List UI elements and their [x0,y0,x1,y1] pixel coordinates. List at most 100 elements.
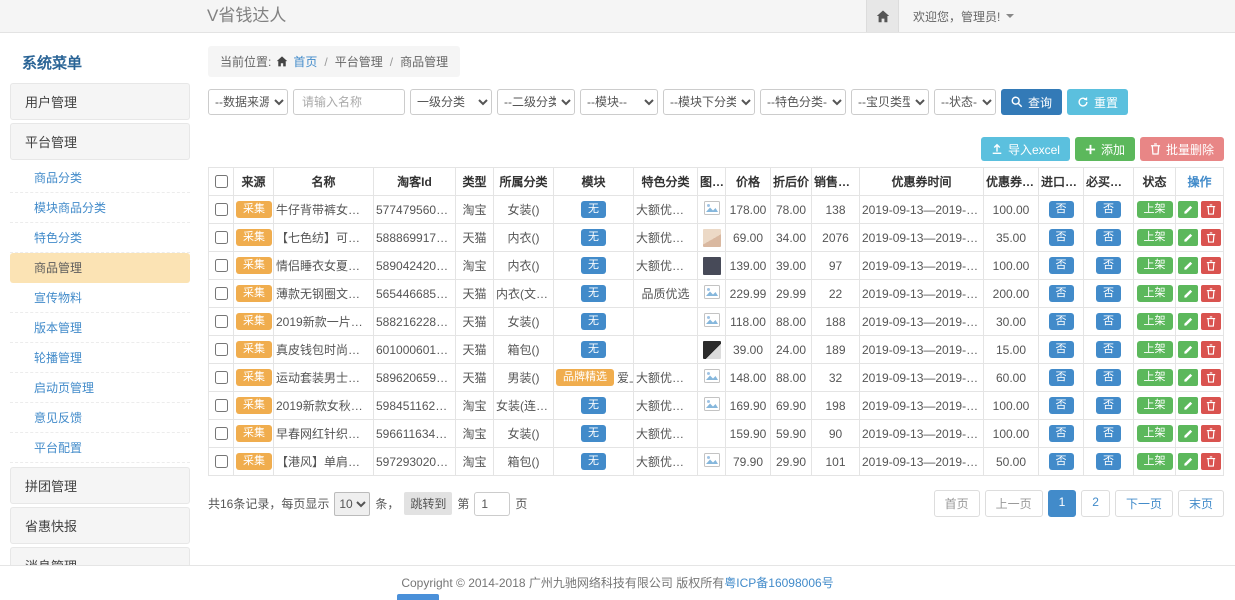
user-menu[interactable]: 欢迎您，管理员! [899,0,1028,32]
delete-button[interactable] [1201,341,1221,358]
home-nav-button[interactable] [866,0,899,32]
must-buy-toggle[interactable]: 否 [1096,201,1121,218]
edit-button[interactable] [1178,257,1198,274]
delete-button[interactable] [1201,453,1221,470]
reset-button[interactable]: 重置 [1067,89,1128,115]
status-badge[interactable]: 上架 [1137,257,1173,274]
sidebar-item-模块商品分类[interactable]: 模块商品分类 [10,193,190,223]
module-filter[interactable]: --模块-- [580,89,658,115]
must-buy-toggle[interactable]: 否 [1096,341,1121,358]
must-buy-toggle[interactable]: 否 [1096,369,1121,386]
row-checkbox[interactable] [215,343,228,356]
import-select-toggle[interactable]: 否 [1049,369,1074,386]
edit-button[interactable] [1178,341,1198,358]
status-filter[interactable]: --状态-- [934,89,996,115]
search-button[interactable]: 查询 [1001,89,1062,115]
import-select-toggle[interactable]: 否 [1049,229,1074,246]
import-select-toggle[interactable]: 否 [1049,397,1074,414]
row-checkbox[interactable] [215,371,228,384]
edit-button[interactable] [1178,397,1198,414]
breadcrumb-home-link[interactable]: 首页 [293,53,317,70]
name-search-input[interactable] [293,89,405,115]
row-checkbox[interactable] [215,455,228,468]
import-select-toggle[interactable]: 否 [1049,453,1074,470]
status-badge[interactable]: 上架 [1137,313,1173,330]
edit-button[interactable] [1178,369,1198,386]
must-buy-toggle[interactable]: 否 [1096,313,1121,330]
item-type-filter[interactable]: --宝贝类型-- [851,89,929,115]
delete-button[interactable] [1201,285,1221,302]
delete-button[interactable] [1201,201,1221,218]
row-checkbox[interactable] [215,399,228,412]
per-page-select[interactable]: 10 [334,492,370,516]
edit-button[interactable] [1178,453,1198,470]
data-source-filter[interactable]: --数据来源-- [208,89,288,115]
row-checkbox[interactable] [215,203,228,216]
delete-button[interactable] [1201,313,1221,330]
import-select-toggle[interactable]: 否 [1049,425,1074,442]
status-badge[interactable]: 上架 [1137,201,1173,218]
sidebar-item-版本管理[interactable]: 版本管理 [10,313,190,343]
sidebar-item-平台配置[interactable]: 平台配置 [10,433,190,463]
level1-category-filter[interactable]: 一级分类 [410,89,492,115]
breadcrumb-crumb[interactable]: 平台管理 [335,53,383,70]
sidebar-group-2[interactable]: 平台管理 [10,123,190,160]
status-badge[interactable]: 上架 [1137,285,1173,302]
select-all-checkbox[interactable] [215,175,228,188]
import-select-toggle[interactable]: 否 [1049,285,1074,302]
edit-button[interactable] [1178,425,1198,442]
breadcrumb-crumb[interactable]: 商品管理 [400,53,448,70]
edit-button[interactable] [1178,285,1198,302]
import-select-toggle[interactable]: 否 [1049,313,1074,330]
row-checkbox[interactable] [215,427,228,440]
sidebar-group-5[interactable]: 消息管理 [10,547,190,565]
delete-button[interactable] [1201,369,1221,386]
import-excel-button[interactable]: 导入excel [981,137,1070,161]
must-buy-toggle[interactable]: 否 [1096,397,1121,414]
import-select-toggle[interactable]: 否 [1049,341,1074,358]
sidebar-group-4[interactable]: 省惠快报 [10,507,190,544]
row-checkbox[interactable] [215,231,228,244]
pager-button-1[interactable]: 1 [1048,490,1077,517]
edit-button[interactable] [1178,201,1198,218]
delete-button[interactable] [1201,425,1221,442]
pager-button-末页[interactable]: 末页 [1178,490,1224,517]
module-subcategory-filter[interactable]: --模块下分类-- [663,89,755,115]
status-badge[interactable]: 上架 [1137,453,1173,470]
sidebar-item-商品管理[interactable]: 商品管理 [10,253,190,283]
status-badge[interactable]: 上架 [1137,341,1173,358]
import-select-toggle[interactable]: 否 [1049,257,1074,274]
row-checkbox[interactable] [215,315,228,328]
status-badge[interactable]: 上架 [1137,369,1173,386]
row-checkbox[interactable] [215,259,228,272]
page-number-input[interactable] [474,492,510,516]
batch-delete-button[interactable]: 批量删除 [1140,137,1224,161]
pager-button-下一页[interactable]: 下一页 [1115,490,1173,517]
sidebar-group-3[interactable]: 拼团管理 [10,467,190,504]
status-badge[interactable]: 上架 [1137,425,1173,442]
delete-button[interactable] [1201,257,1221,274]
icp-link[interactable]: 粤ICP备16098006号 [724,576,833,590]
status-badge[interactable]: 上架 [1137,397,1173,414]
edit-button[interactable] [1178,313,1198,330]
pager-button-首页[interactable]: 首页 [934,490,980,517]
must-buy-toggle[interactable]: 否 [1096,257,1121,274]
must-buy-toggle[interactable]: 否 [1096,229,1121,246]
level2-category-filter[interactable]: --二级分类-- [497,89,575,115]
sidebar-item-特色分类[interactable]: 特色分类 [10,223,190,253]
sidebar-item-启动页管理[interactable]: 启动页管理 [10,373,190,403]
sidebar-item-意见反馈[interactable]: 意见反馈 [10,403,190,433]
add-button[interactable]: 添加 [1075,137,1135,161]
sidebar-item-轮播管理[interactable]: 轮播管理 [10,343,190,373]
jump-to-button[interactable]: 跳转到 [404,492,452,515]
edit-button[interactable] [1178,229,1198,246]
feature-category-filter[interactable]: --特色分类-- [760,89,846,115]
must-buy-toggle[interactable]: 否 [1096,453,1121,470]
import-select-toggle[interactable]: 否 [1049,201,1074,218]
must-buy-toggle[interactable]: 否 [1096,285,1121,302]
pager-button-上一页[interactable]: 上一页 [985,490,1043,517]
pager-button-2[interactable]: 2 [1081,490,1110,517]
delete-button[interactable] [1201,397,1221,414]
row-checkbox[interactable] [215,287,228,300]
must-buy-toggle[interactable]: 否 [1096,425,1121,442]
